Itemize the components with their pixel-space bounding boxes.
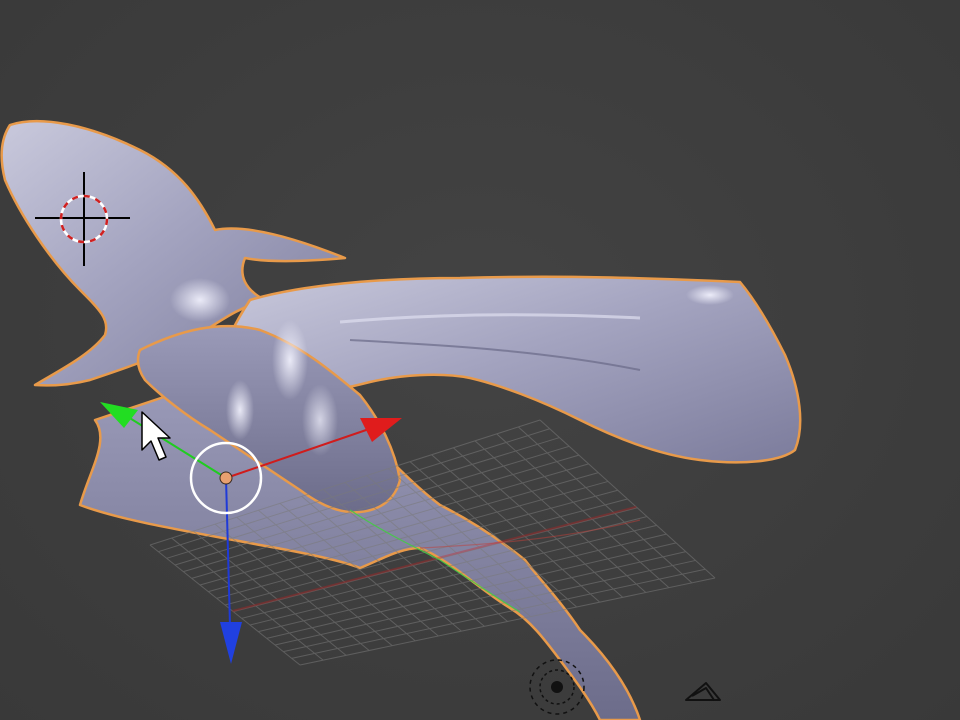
lamp-icon[interactable] [529,659,585,715]
camera-icon[interactable] [685,682,721,701]
object-origin [219,471,233,485]
viewport-scene[interactable] [0,0,960,720]
manipulator-z-arrow[interactable] [220,622,242,664]
3d-viewport[interactable] [0,0,960,720]
